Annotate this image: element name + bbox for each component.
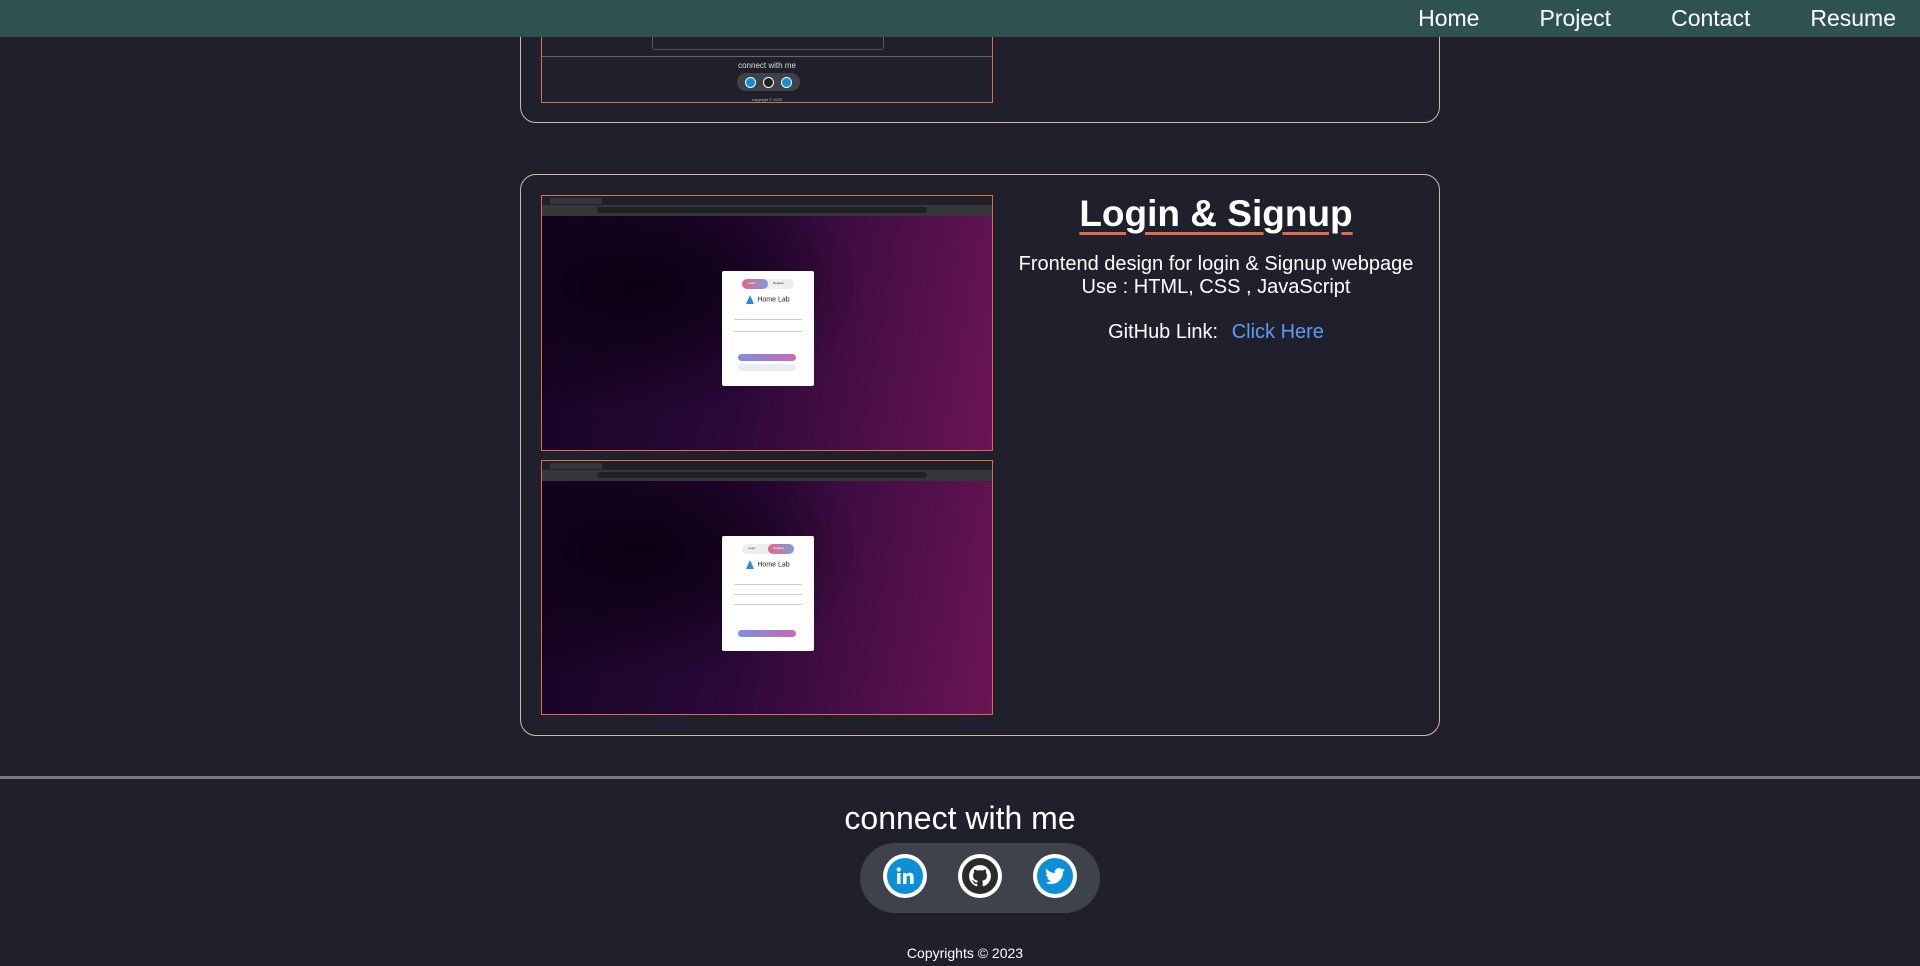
- login-button: [738, 354, 796, 361]
- username-field: [734, 584, 802, 585]
- github-link[interactable]: Click Here: [1232, 321, 1324, 343]
- project-card-login-signup: Login Register Home Lab Login Register H…: [520, 174, 1440, 736]
- password-field: [734, 331, 802, 332]
- project-screenshot-signup: Login Register Home Lab: [541, 460, 993, 715]
- mini-linkedin-icon: [744, 76, 756, 88]
- brand-label: Home Lab: [757, 561, 790, 569]
- url-bar: [597, 207, 927, 213]
- mini-copyright: copyright © 2023: [751, 97, 783, 102]
- mini-connect-text: connect with me: [738, 61, 796, 70]
- nav-contact[interactable]: Contact: [1671, 5, 1750, 32]
- toggle-register-label: Register: [773, 546, 785, 550]
- nav-project[interactable]: Project: [1539, 5, 1611, 32]
- twitter-icon: [1037, 858, 1073, 894]
- flask-icon: [746, 560, 755, 569]
- project-description: Frontend design for login & Signup webpa…: [1011, 253, 1421, 299]
- twitter-link[interactable]: [1033, 854, 1077, 898]
- toggle-login-label: Login: [748, 546, 756, 550]
- signup-form-card: Login Register Home Lab: [722, 536, 814, 651]
- linkedin-icon: [887, 858, 923, 894]
- browser-tab: [550, 463, 602, 469]
- brand-name: Home Lab: [722, 295, 814, 304]
- nav-resume[interactable]: Resume: [1810, 5, 1896, 32]
- description-line: Frontend design for login & Signup webpa…: [1018, 253, 1414, 275]
- page-viewport: Login Register Home Lab: [542, 481, 992, 714]
- username-field: [734, 319, 802, 320]
- url-bar: [597, 472, 927, 478]
- page-viewport: Login Register Home Lab: [542, 216, 992, 450]
- login-toggle: Login Register: [742, 279, 794, 289]
- connect-heading: connect with me: [844, 800, 1076, 836]
- nav-home[interactable]: Home: [1418, 5, 1479, 32]
- project-screenshot-login: Login Register Home Lab: [541, 195, 993, 451]
- toggle-register-label: Register: [773, 281, 785, 285]
- brand-label: Home Lab: [757, 296, 790, 304]
- browser-titlebar: [542, 196, 992, 205]
- login-form-card: Login Register Home Lab: [722, 271, 814, 386]
- browser-titlebar: [542, 461, 992, 470]
- footer-divider: [0, 776, 1920, 779]
- tech-stack-line: Use : HTML, CSS , JavaScript: [1081, 276, 1351, 298]
- nav-menu: Home Project Contact Resume: [1358, 0, 1896, 37]
- copyright: Copyrights © 2023: [906, 945, 1024, 961]
- mini-divider: [542, 56, 992, 57]
- flask-icon: [746, 295, 755, 304]
- browser-addressbar: [542, 205, 992, 216]
- email-field: [734, 594, 802, 595]
- social-links: [860, 843, 1100, 913]
- mini-social-pill: [737, 73, 800, 91]
- browser-tab: [550, 198, 602, 204]
- toggle-login-label: Login: [748, 281, 756, 285]
- linkedin-link[interactable]: [883, 854, 927, 898]
- browser-addressbar: [542, 470, 992, 481]
- brand-name: Home Lab: [722, 560, 814, 569]
- github-icon: [962, 858, 998, 894]
- github-label: GitHub Link:: [1108, 321, 1219, 343]
- github-link-icon-button[interactable]: [958, 854, 1002, 898]
- top-navbar: Home Project Contact Resume: [0, 0, 1920, 37]
- google-login-button: [738, 364, 796, 371]
- project-title: Login & Signup: [1079, 193, 1353, 234]
- signup-button: [738, 630, 796, 637]
- github-row: GitHub Link: Click Here: [1011, 321, 1421, 344]
- mini-twitter-icon: [781, 76, 793, 88]
- mini-github-icon: [762, 76, 774, 88]
- password-field: [734, 604, 802, 605]
- signup-toggle: Login Register: [742, 544, 794, 554]
